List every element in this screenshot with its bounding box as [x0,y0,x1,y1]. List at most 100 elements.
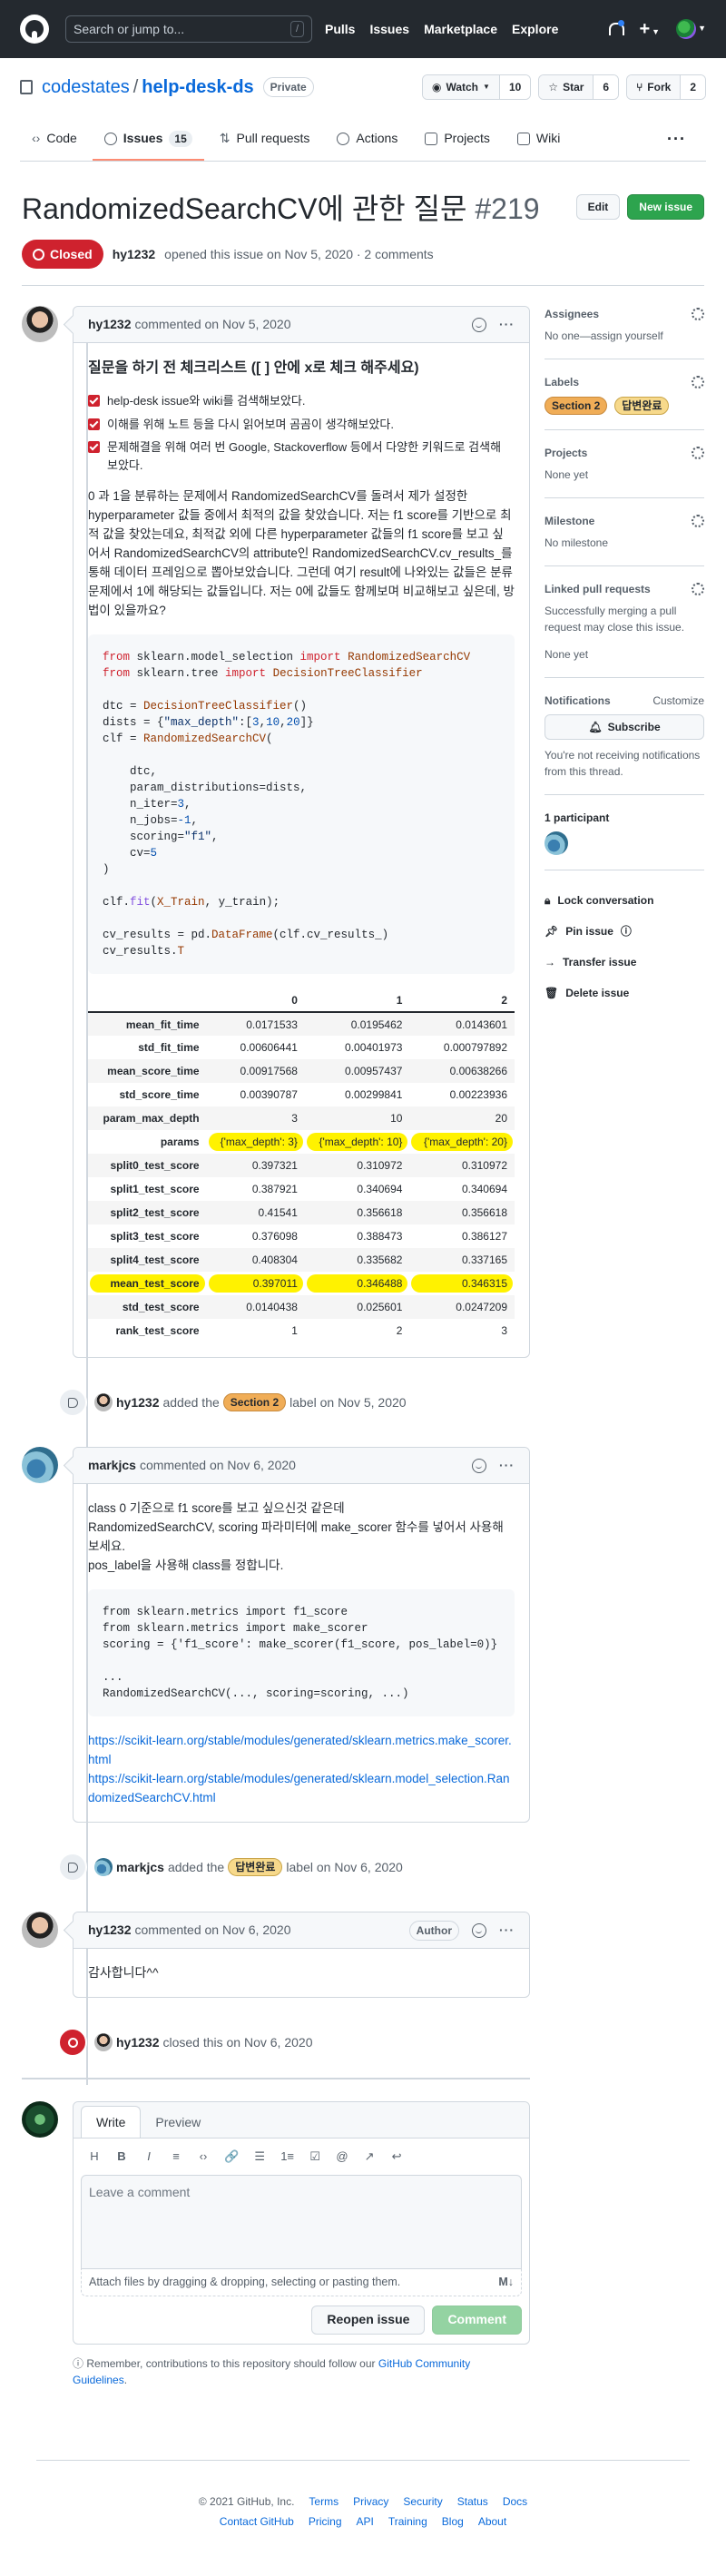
star-button[interactable]: ☆ Star 6 [538,74,620,100]
nav-pulls[interactable]: Pulls [325,20,355,39]
mention-icon[interactable]: @ [336,2148,348,2166]
gear-icon[interactable] [692,447,704,459]
footer-link-status[interactable]: Status [457,2492,488,2512]
projects-heading[interactable]: Projects [544,445,587,461]
tab-write[interactable]: Write [81,2106,142,2138]
doc-link[interactable]: https://scikit-learn.org/stable/modules/… [88,1772,510,1804]
comment-timestamp[interactable]: commented on Nov 6, 2020 [134,1921,290,1940]
doc-link[interactable]: https://scikit-learn.org/stable/modules/… [88,1734,512,1766]
footer-link-training[interactable]: Training [388,2512,427,2532]
lock-conversation-button[interactable]: 🔒︎ Lock conversation [544,885,704,916]
footer-link-privacy[interactable]: Privacy [353,2492,388,2512]
gear-icon[interactable] [692,583,704,595]
reopen-issue-button[interactable]: Reopen issue [311,2305,426,2335]
footer-link-security[interactable]: Security [403,2492,442,2512]
avatar[interactable] [22,1912,58,1948]
link-icon[interactable]: 🔗 [224,2148,239,2166]
footer-link-docs[interactable]: Docs [503,2492,527,2512]
gear-icon[interactable] [692,376,704,388]
avatar[interactable] [22,306,58,342]
delete-issue-button[interactable]: 🗑︎ Delete issue [544,978,704,1008]
labels-heading[interactable]: Labels [544,374,579,390]
tab-preview[interactable]: Preview [141,2107,215,2138]
reaction-smiley-icon[interactable] [472,317,486,332]
customize-link[interactable]: Customize [652,693,704,709]
italic-icon[interactable]: I [142,2148,155,2166]
issue-author-link[interactable]: hy1232 [113,245,155,264]
tab-code[interactable]: ‹› Code [20,118,89,161]
comment-options-icon[interactable]: ··· [499,1456,515,1475]
numbered-list-icon[interactable]: 1≡ [280,2148,294,2166]
reply-icon[interactable]: ↩ [390,2148,403,2166]
avatar[interactable] [94,1393,113,1411]
repo-owner-link[interactable]: codestates [42,74,130,101]
gear-icon[interactable] [692,515,704,527]
tab-wiki[interactable]: Wiki [505,118,572,161]
avatar[interactable] [94,1858,113,1876]
label-section-2[interactable]: Section 2 [222,1393,287,1411]
tab-issues[interactable]: Issues 15 [92,118,204,161]
comment-author[interactable]: hy1232 [88,1921,131,1940]
fork-count[interactable]: 2 [681,75,705,99]
comment-textarea[interactable]: Leave a comment [81,2174,522,2269]
assignees-heading[interactable]: Assignees [544,306,599,322]
checkbox-checked-icon[interactable] [88,418,100,430]
comment-timestamp[interactable]: commented on Nov 6, 2020 [140,1456,296,1475]
gear-icon[interactable] [692,308,704,320]
fork-button[interactable]: ⑂ Fork 2 [626,74,706,100]
label-section-2[interactable]: Section 2 [544,397,608,415]
milestone-heading[interactable]: Milestone [544,513,594,529]
footer-link-terms[interactable]: Terms [309,2492,338,2512]
avatar[interactable] [94,2033,113,2051]
event-actor[interactable]: markjcs [116,1858,164,1877]
footer-link-blog[interactable]: Blog [442,2512,464,2532]
avatar[interactable] [22,2101,58,2138]
pin-issue-button[interactable]: 📌︎ Pin issue ⓘ [544,916,704,947]
reaction-smiley-icon[interactable] [472,1922,486,1938]
footer-link-contact[interactable]: Contact GitHub [220,2512,294,2532]
subscribe-button[interactable]: 🔔︎ Subscribe [544,714,704,740]
assignees-value[interactable]: No one—assign yourself [544,328,704,344]
comment-options-icon[interactable]: ··· [499,1921,515,1940]
nav-issues[interactable]: Issues [369,20,409,39]
tab-projects[interactable]: Projects [413,118,502,161]
avatar[interactable] [22,1447,58,1483]
new-issue-button[interactable]: New issue [627,194,704,220]
footer-link-pricing[interactable]: Pricing [309,2512,342,2532]
edit-button[interactable]: Edit [575,194,621,220]
star-count[interactable]: 6 [594,75,619,99]
comment-timestamp[interactable]: commented on Nov 5, 2020 [134,315,290,334]
linked-prs-heading[interactable]: Linked pull requests [544,581,651,597]
footer-link-about[interactable]: About [478,2512,506,2532]
repo-name-link[interactable]: help-desk-ds [142,74,253,101]
comment-button[interactable]: Comment [432,2305,522,2335]
search-input[interactable]: Search or jump to... / [65,15,312,43]
comment-options-icon[interactable]: ··· [499,315,515,334]
attach-files-area[interactable]: Attach files by dragging & dropping, sel… [81,2268,522,2296]
heading-icon[interactable]: H [88,2148,101,2166]
tab-actions[interactable]: Actions [325,118,409,161]
watch-count[interactable]: 10 [499,75,531,99]
checkbox-checked-icon[interactable] [88,441,100,453]
reference-icon[interactable]: ↗ [363,2148,376,2166]
more-icon[interactable]: ··· [667,118,706,161]
nav-explore[interactable]: Explore [512,20,558,39]
task-list-icon[interactable]: ☑ [309,2148,321,2166]
user-menu[interactable]: ▼ [676,19,706,39]
tab-pull-requests[interactable]: ⇅ Pull requests [208,118,322,161]
event-actor[interactable]: hy1232 [116,1393,159,1412]
event-actor[interactable]: hy1232 [116,2033,159,2052]
reaction-smiley-icon[interactable] [472,1458,486,1473]
github-logo-icon[interactable] [20,15,49,44]
transfer-issue-button[interactable]: → Transfer issue [544,947,704,978]
notifications-bell-icon[interactable] [608,20,625,37]
code-icon[interactable]: ‹› [197,2148,210,2166]
bold-icon[interactable]: B [115,2148,128,2166]
comment-author[interactable]: hy1232 [88,315,131,334]
bullet-list-icon[interactable]: ☰ [253,2148,266,2166]
comment-author[interactable]: markjcs [88,1456,136,1475]
create-new-menu[interactable]: + ▼ [639,15,660,43]
nav-marketplace[interactable]: Marketplace [424,20,497,39]
label-answered[interactable]: 답변완료 [614,397,670,415]
label-answered[interactable]: 답변완료 [228,1858,283,1876]
